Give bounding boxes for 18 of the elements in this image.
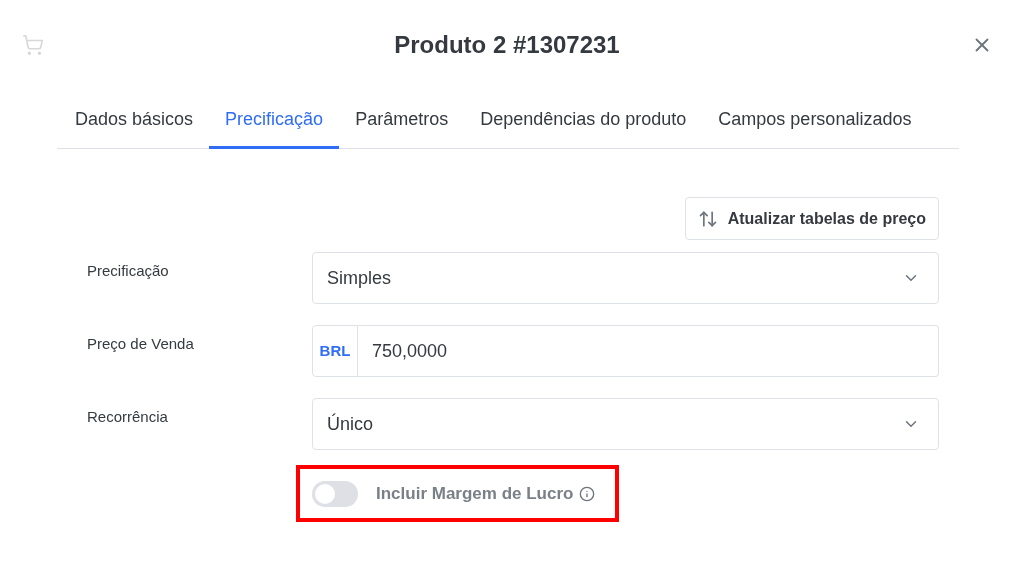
field-label: Preço de Venda <box>87 334 195 354</box>
field-label: Precificação <box>87 261 170 281</box>
cart-icon <box>22 34 44 56</box>
tab[interactable]: Dados básicos <box>59 90 210 149</box>
field-label: Recorrência <box>87 407 169 427</box>
toggle-switch[interactable] <box>312 480 358 507</box>
select-field[interactable]: Simples <box>312 252 939 304</box>
update-price-tables-button[interactable]: Atualizar tabelas de preço <box>684 197 939 240</box>
tab[interactable]: Campos personalizados <box>702 90 928 149</box>
info-icon[interactable] <box>579 485 596 502</box>
price-input[interactable]: 750,0000 <box>358 325 939 377</box>
toggle-label: Incluir Margem de Lucro <box>376 482 574 505</box>
tab[interactable]: Precificação <box>209 90 340 149</box>
tab[interactable]: Dependências do produto <box>464 90 703 149</box>
select-field[interactable]: Único <box>312 398 939 450</box>
dialog-title: Produto 2 #1307231 <box>394 31 620 58</box>
currency-addon: BRL <box>312 325 358 377</box>
tab[interactable]: Parâmetros <box>339 90 465 149</box>
